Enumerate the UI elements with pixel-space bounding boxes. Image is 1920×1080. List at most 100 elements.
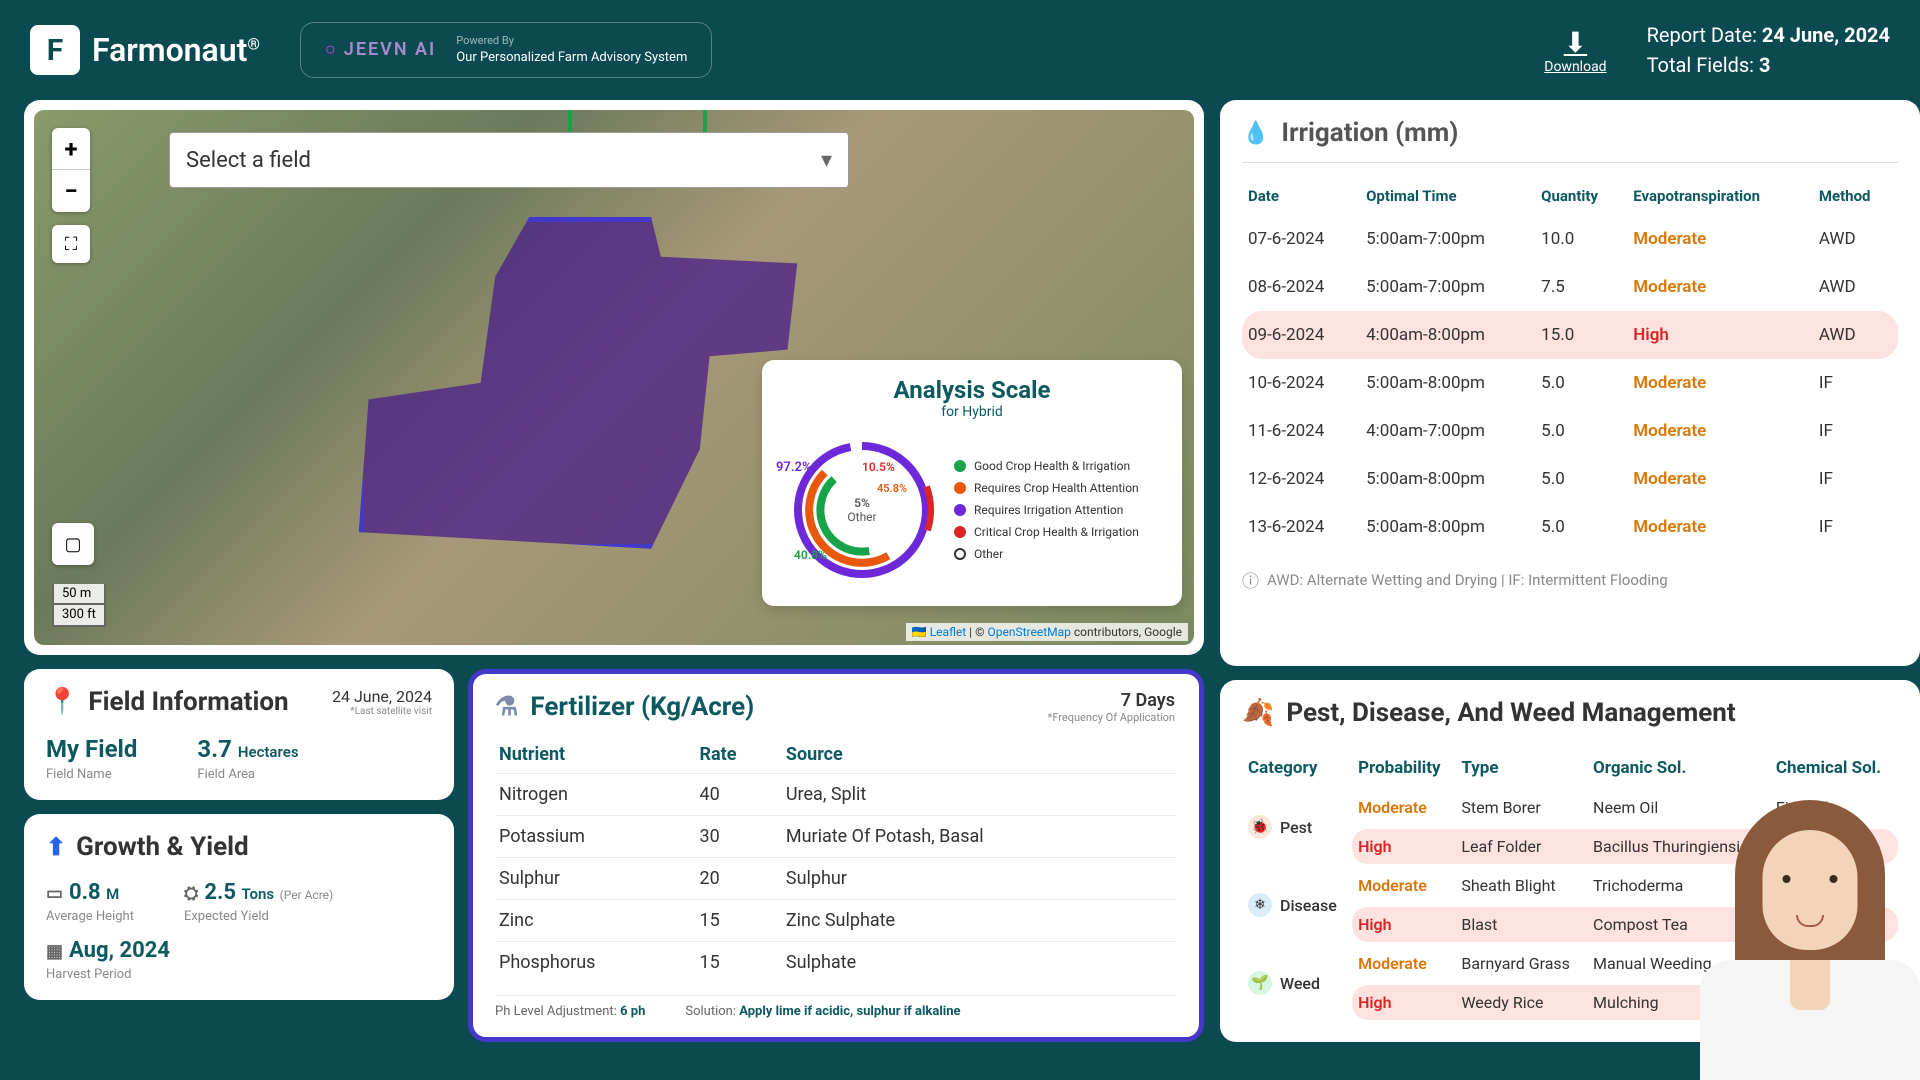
analysis-subtitle: for Hybrid bbox=[782, 404, 1162, 420]
category-badge: ❄Disease bbox=[1248, 893, 1337, 917]
map-scale: 50 m 300 ft bbox=[52, 584, 106, 627]
legend-text: Requires Crop Health Attention bbox=[974, 481, 1139, 495]
field-select-placeholder: Select a field bbox=[186, 148, 311, 173]
measure-button[interactable]: ▢ bbox=[52, 523, 94, 565]
download-icon: ⬇ bbox=[1564, 26, 1587, 59]
table-row: Nitrogen40Urea, Split bbox=[495, 774, 1177, 816]
legend-dot-icon bbox=[954, 548, 966, 560]
jeevn-logo: JEEVN AI bbox=[325, 39, 436, 60]
pest-col-category: Category bbox=[1242, 750, 1352, 786]
zoom-in-button[interactable]: + bbox=[52, 128, 90, 170]
flask-icon: ⚗ bbox=[495, 692, 518, 722]
irrigation-icon: 💧 bbox=[1242, 121, 1269, 146]
ruler-icon: ▭ bbox=[46, 883, 63, 904]
field-area-value: 3.7 Hectares bbox=[197, 735, 298, 763]
table-row: 10-6-20245:00am-8:00pm5.0ModerateIF bbox=[1242, 359, 1898, 407]
table-row: Sulphur20Sulphur bbox=[495, 858, 1177, 900]
map-panel: + − ⛶ ▢ 50 m 300 ft Select a field Analy… bbox=[24, 100, 1204, 655]
irrigation-card: 💧 Irrigation (mm) Date Optimal Time Quant… bbox=[1220, 100, 1920, 666]
legend-item: Critical Crop Health & Irrigation bbox=[954, 525, 1162, 539]
field-info-date: 24 June, 2024 *Last satellite visit bbox=[332, 687, 432, 717]
expected-yield-value: ⛭2.5 Tons (Per Acre) bbox=[184, 880, 333, 905]
fert-col-rate: Rate bbox=[696, 736, 782, 774]
map-canvas[interactable]: + − ⛶ ▢ 50 m 300 ft Select a field Analy… bbox=[34, 110, 1194, 645]
avg-height-label: Average Height bbox=[46, 909, 134, 924]
analysis-legend: Good Crop Health & Irrigation Requires Cr… bbox=[954, 451, 1162, 569]
category-badge: 🐞Pest bbox=[1248, 815, 1312, 839]
irr-col-evap: Evapotranspiration bbox=[1627, 177, 1813, 215]
brand-logo: F Farmonaut® bbox=[30, 25, 260, 75]
pest-col-prob: Probability bbox=[1352, 750, 1455, 786]
analysis-donut-chart: 97.2% 10.5% 45.8% 40.8% 5% Other bbox=[782, 430, 942, 590]
ph-adjustment: Ph Level Adjustment: 6 ph bbox=[495, 1004, 645, 1019]
brand-name: Farmonaut® bbox=[92, 31, 260, 69]
report-meta: Report Date: 24 June, 2024 Total Fields:… bbox=[1647, 20, 1890, 80]
legend-text: Critical Crop Health & Irrigation bbox=[974, 525, 1139, 539]
location-pin-icon: 📍 bbox=[46, 687, 78, 717]
irr-col-time: Optimal Time bbox=[1360, 177, 1535, 215]
harvest-period-label: Harvest Period bbox=[46, 967, 170, 982]
jeevn-powered-label: Powered By bbox=[456, 33, 687, 48]
legend-item: Requires Crop Health Attention bbox=[954, 481, 1162, 495]
assistant-avatar bbox=[1700, 780, 1920, 1080]
yield-icon: ⛭ bbox=[184, 883, 198, 904]
irrigation-table: Date Optimal Time Quantity Evapotranspir… bbox=[1242, 177, 1898, 551]
leaf-icon: 🍂 bbox=[1242, 698, 1274, 728]
zoom-out-button[interactable]: − bbox=[52, 170, 90, 212]
table-row: Phosphorus15Sulphate bbox=[495, 942, 1177, 984]
table-row: 08-6-20245:00am-7:00pm7.5ModerateAWD bbox=[1242, 263, 1898, 311]
analysis-title: Analysis Scale bbox=[782, 376, 1162, 404]
legend-dot-icon bbox=[954, 482, 966, 494]
legend-dot-icon bbox=[954, 460, 966, 472]
zoom-control: + − bbox=[52, 128, 90, 212]
calendar-icon: ▦ bbox=[46, 941, 63, 962]
irrigation-title: Irrigation (mm) bbox=[1281, 118, 1458, 148]
download-button[interactable]: ⬇ Download bbox=[1544, 26, 1606, 75]
legend-item: Requires Irrigation Attention bbox=[954, 503, 1162, 517]
fert-col-nutrient: Nutrient bbox=[495, 736, 696, 774]
legend-dot-icon bbox=[954, 526, 966, 538]
fertilizer-card: ⚗ Fertilizer (Kg/Acre) 7 Days *Frequency … bbox=[468, 669, 1204, 1042]
legend-text: Other bbox=[974, 547, 1003, 561]
brand-icon: F bbox=[30, 25, 80, 75]
legend-item: Other bbox=[954, 547, 1162, 561]
fertilizer-table: Nutrient Rate Source Nitrogen40Urea, Spl… bbox=[495, 736, 1177, 983]
leaflet-link[interactable]: Leaflet bbox=[930, 625, 966, 639]
field-name-label: Field Name bbox=[46, 767, 137, 782]
fertilizer-frequency: 7 Days *Frequency Of Application bbox=[1048, 690, 1175, 724]
download-label: Download bbox=[1544, 59, 1606, 75]
category-icon: 🌱 bbox=[1248, 971, 1272, 995]
growth-icon: ⬆ bbox=[46, 833, 66, 861]
legend-dot-icon bbox=[954, 504, 966, 516]
analysis-scale-panel: Analysis Scale for Hybrid 97.2% 10.5% bbox=[762, 360, 1182, 606]
growth-yield-card: ⬆ Growth & Yield ▭0.8 M Average Height ⛭… bbox=[24, 814, 454, 1000]
category-icon: ❄ bbox=[1248, 893, 1272, 917]
table-row: 12-6-20245:00am-8:00pm5.0ModerateIF bbox=[1242, 455, 1898, 503]
fertilizer-title: Fertilizer (Kg/Acre) bbox=[530, 692, 754, 722]
table-row: 07-6-20245:00am-7:00pm10.0ModerateAWD bbox=[1242, 215, 1898, 263]
table-row: 09-6-20244:00am-8:00pm15.0HighAWD bbox=[1242, 311, 1898, 359]
category-badge: 🌱Weed bbox=[1248, 971, 1320, 995]
field-info-title: Field Information bbox=[88, 687, 288, 717]
table-row: Potassium30Muriate Of Potash, Basal bbox=[495, 816, 1177, 858]
avg-height-value: ▭0.8 M bbox=[46, 880, 134, 905]
field-info-card: 📍 Field Information 24 June, 2024 *Last s… bbox=[24, 669, 454, 800]
osm-link[interactable]: OpenStreetMap bbox=[987, 625, 1070, 639]
pest-col-type: Type bbox=[1455, 750, 1587, 786]
table-row: Zinc15Zinc Sulphate bbox=[495, 900, 1177, 942]
map-attribution: 🇺🇦 Leaflet | © OpenStreetMap contributor… bbox=[906, 623, 1188, 641]
ph-solution: Solution: Apply lime if acidic, sulphur … bbox=[685, 1004, 960, 1019]
jeevn-panel: JEEVN AI Powered By Our Personalized Far… bbox=[300, 22, 712, 78]
irr-col-method: Method bbox=[1813, 177, 1898, 215]
table-row: 11-6-20244:00am-7:00pm5.0ModerateIF bbox=[1242, 407, 1898, 455]
table-row: 13-6-20245:00am-8:00pm5.0ModerateIF bbox=[1242, 503, 1898, 551]
fullscreen-button[interactable]: ⛶ bbox=[52, 225, 90, 263]
irr-col-date: Date bbox=[1242, 177, 1360, 215]
legend-item: Good Crop Health & Irrigation bbox=[954, 459, 1162, 473]
legend-text: Requires Irrigation Attention bbox=[974, 503, 1123, 517]
category-icon: 🐞 bbox=[1248, 815, 1272, 839]
field-name-value: My Field bbox=[46, 735, 137, 763]
fert-col-source: Source bbox=[782, 736, 1177, 774]
harvest-period-value: ▦Aug, 2024 bbox=[46, 938, 170, 963]
field-select-dropdown[interactable]: Select a field bbox=[169, 132, 849, 188]
